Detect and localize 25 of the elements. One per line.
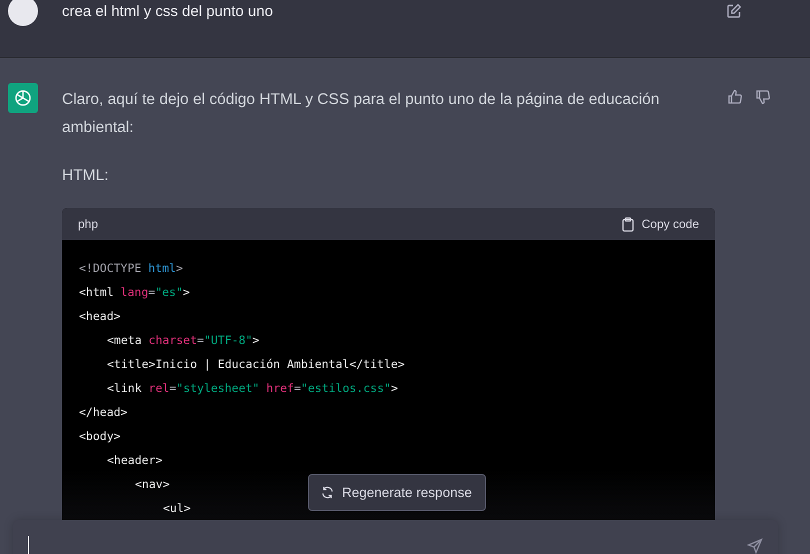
clipboard-icon — [622, 216, 634, 232]
message-paragraph: Claro, aquí te dejo el código HTML y CSS para el punto uno de la página de educación ambiental: — [62, 90, 660, 138]
code-line: <head> — [79, 308, 121, 325]
code-line: <html lang="es"> — [79, 284, 190, 301]
message-paragraph: HTML: — [62, 166, 110, 186]
code-line: <header> — [106, 452, 162, 469]
thumbs-up-icon[interactable] — [727, 89, 743, 105]
code-line: <!DOCTYPE html> — [79, 260, 183, 277]
code-line: <link rel="stylesheet" href="estilos.css"> — [106, 380, 398, 397]
send-icon[interactable] — [747, 538, 763, 554]
code-line: <ul> — [162, 500, 191, 517]
user-avatar — [8, 0, 38, 26]
code-line: <body> — [79, 428, 121, 445]
code-line: </head> — [79, 404, 128, 421]
code-language: php — [78, 217, 98, 231]
edit-icon[interactable] — [726, 3, 742, 19]
code-line: <meta charset="UTF-8"> — [106, 332, 260, 349]
code-line: <nav> — [134, 476, 170, 493]
user-message: crea el html y css del punto uno — [62, 3, 274, 20]
regenerate-response-button[interactable]: Regenerate response — [308, 474, 486, 511]
thumbs-down-icon[interactable] — [755, 89, 771, 105]
copy-code-button[interactable]: Copy code — [622, 216, 699, 232]
refresh-icon — [321, 486, 334, 499]
code-line: <title>Inicio | Educación Ambiental</title> — [106, 356, 405, 373]
assistant-logo-icon — [8, 83, 38, 113]
